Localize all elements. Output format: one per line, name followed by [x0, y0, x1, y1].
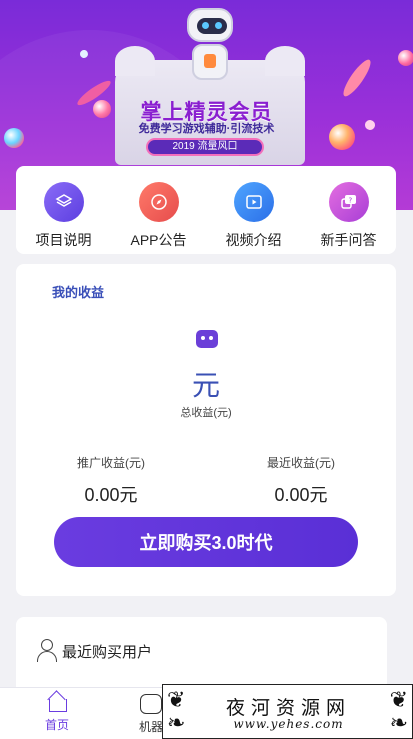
decor-ball	[398, 50, 413, 66]
watermark-url: www.yehes.com	[233, 717, 344, 731]
robot-icon	[140, 694, 162, 714]
earnings-card: 我的收益 元 总收益(元) 推广收益(元) 0.00元 最近收益(元) 0.00…	[16, 264, 396, 596]
promo-earnings-value: 0.00元	[84, 485, 138, 505]
user-icon	[36, 639, 57, 662]
earnings-title: 我的收益	[52, 285, 105, 300]
watermark-text: 夜河资源网	[225, 697, 351, 719]
decor-shape	[339, 56, 375, 100]
buy-now-button[interactable]: 立即购买3.0时代	[54, 517, 358, 567]
menu-item-faq[interactable]: ? 新手问答	[304, 182, 394, 250]
robot-mascot-icon	[183, 8, 237, 86]
banner-subtitle: 免费学习游戏辅助·引流技术	[138, 123, 275, 135]
video-icon	[233, 182, 274, 222]
banner-tag: 2019 流量风口	[146, 138, 264, 156]
svg-text:?: ?	[348, 197, 352, 205]
menu-item-app-notice[interactable]: APP公告	[114, 182, 204, 250]
promo-earnings-label: 推广收益(元)	[77, 456, 145, 470]
menu-label: 新手问答	[320, 232, 377, 248]
menu-label: 项目说明	[35, 232, 92, 248]
menu-item-video-intro[interactable]: 视频介绍	[209, 182, 299, 250]
recent-buyers-title: 最近购买用户	[62, 644, 153, 661]
total-earnings-label: 总收益(元)	[180, 407, 232, 419]
recent-earnings-label: 最近收益(元)	[267, 456, 335, 470]
compass-icon	[138, 182, 179, 222]
home-icon	[46, 692, 68, 712]
recent-earnings: 最近收益(元) 0.00元	[241, 454, 361, 507]
promo-earnings: 推广收益(元) 0.00元	[51, 454, 171, 507]
earnings-unit: 元	[191, 370, 220, 401]
recent-earnings-value: 0.00元	[274, 485, 328, 505]
nav-item-home[interactable]: 首页	[16, 688, 98, 739]
robot-icon	[196, 330, 218, 348]
layers-icon	[43, 182, 84, 222]
menu-label: 视频介绍	[225, 232, 282, 248]
watermark: ❦ ❦ ❧ ❧ 夜河资源网 www.yehes.com	[162, 684, 413, 739]
question-chat-icon: ?	[328, 182, 369, 222]
decor-shape	[78, 48, 90, 60]
quick-menu: 项目说明 APP公告 视频介绍 ? 新手问答	[16, 166, 396, 254]
menu-item-project-intro[interactable]: 项目说明	[19, 182, 109, 250]
nav-label: 首页	[44, 718, 69, 732]
menu-label: APP公告	[130, 232, 187, 248]
